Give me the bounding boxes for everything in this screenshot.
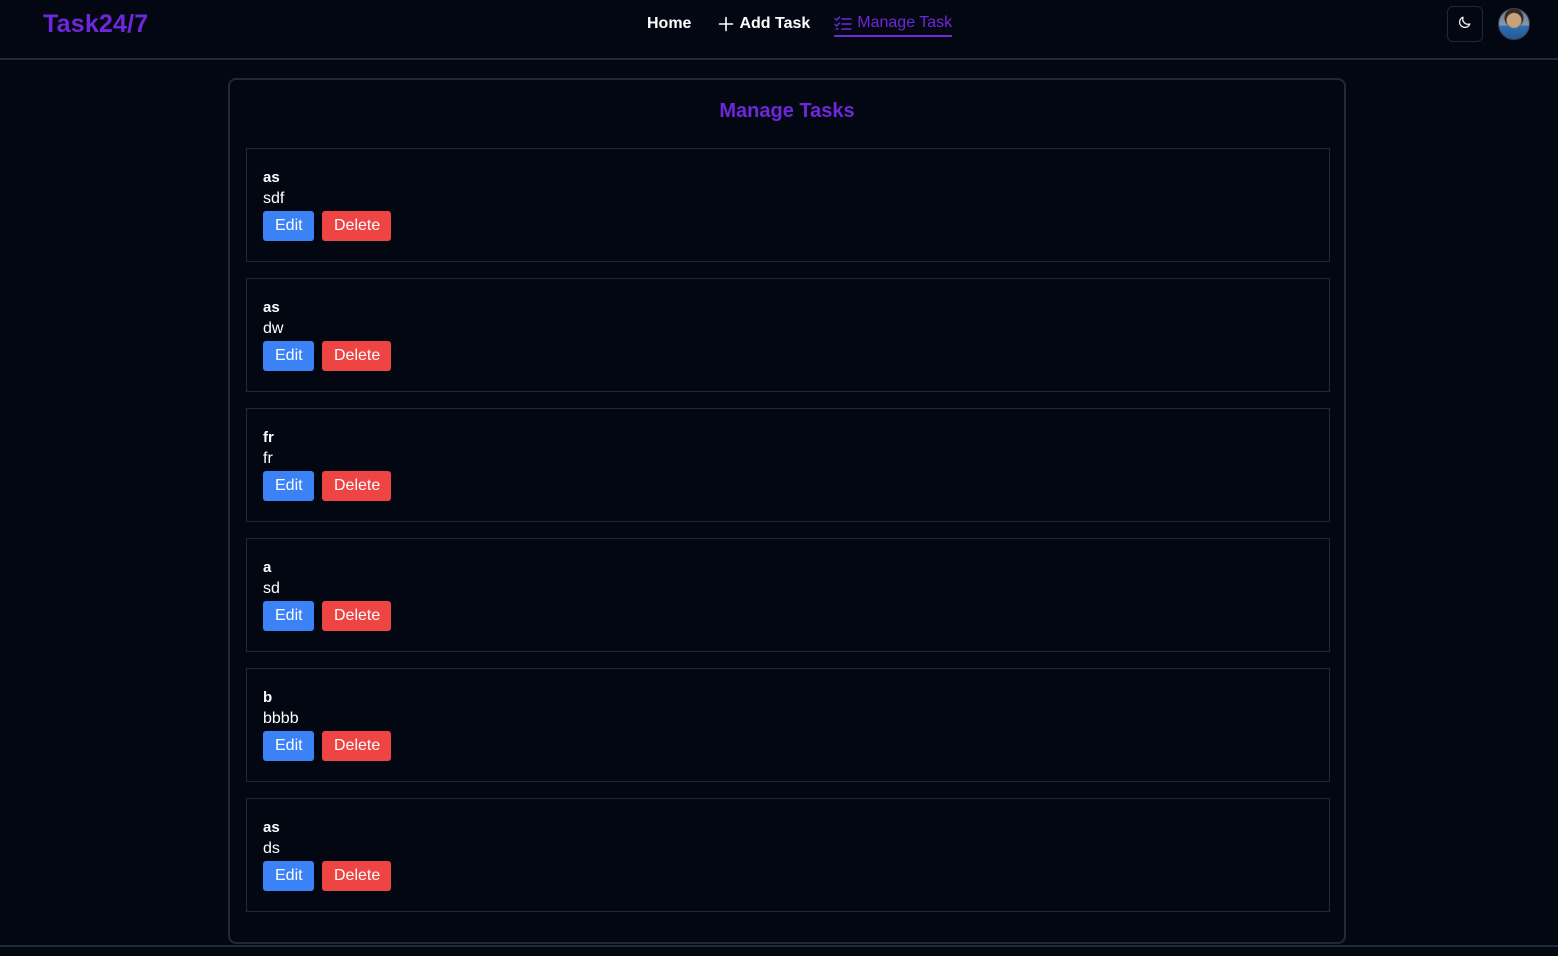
footer-divider	[0, 945, 1558, 947]
task-card: b bbbb Edit Delete	[246, 668, 1330, 782]
theme-toggle-button[interactable]	[1447, 6, 1483, 42]
task-title: as	[263, 819, 280, 836]
task-actions: Edit Delete	[263, 341, 1313, 371]
delete-button[interactable]: Delete	[322, 601, 391, 631]
edit-button[interactable]: Edit	[263, 731, 314, 761]
nav-add-task-link[interactable]: Add Task	[718, 15, 810, 36]
delete-button[interactable]: Delete	[322, 861, 391, 891]
task-description: bbbb	[263, 710, 299, 727]
brand-logo[interactable]: Task24/7	[43, 10, 148, 39]
edit-button[interactable]: Edit	[263, 601, 314, 631]
task-description: sdf	[263, 190, 285, 207]
task-actions: Edit Delete	[263, 471, 1313, 501]
task-card: as dw Edit Delete	[246, 278, 1330, 392]
moon-icon	[1458, 15, 1472, 34]
task-title: as	[263, 299, 280, 316]
task-card: as sdf Edit Delete	[246, 148, 1330, 262]
delete-button[interactable]: Delete	[322, 731, 391, 761]
nav-home-label: Home	[647, 14, 692, 32]
page-title: Manage Tasks	[719, 100, 855, 122]
task-actions: Edit Delete	[263, 731, 1313, 761]
delete-button[interactable]: Delete	[322, 211, 391, 241]
task-description: ds	[263, 840, 280, 857]
plus-icon	[718, 16, 734, 32]
delete-button[interactable]: Delete	[322, 341, 391, 371]
nav-home-link[interactable]: Home	[647, 15, 691, 36]
edit-button[interactable]: Edit	[263, 861, 314, 891]
task-card: a sd Edit Delete	[246, 538, 1330, 652]
task-description: fr	[263, 450, 273, 467]
task-description: sd	[263, 580, 280, 597]
nav-manage-task-link[interactable]: Manage Task	[834, 13, 953, 37]
edit-button[interactable]: Edit	[263, 211, 314, 241]
task-title: fr	[263, 429, 274, 446]
nav-add-task-label: Add Task	[739, 14, 811, 32]
user-avatar[interactable]	[1498, 8, 1530, 40]
task-title: a	[263, 559, 272, 576]
delete-button[interactable]: Delete	[322, 471, 391, 501]
task-list: as sdf Edit Delete as dw Edit Delete fr …	[246, 148, 1330, 928]
task-title: b	[263, 689, 273, 706]
task-card: fr fr Edit Delete	[246, 408, 1330, 522]
navbar: Task24/7 Home Add Task Manage Task	[0, 0, 1558, 60]
task-actions: Edit Delete	[263, 211, 1313, 241]
nav-manage-task-label: Manage Task	[857, 13, 953, 31]
manage-tasks-panel: Manage Tasks as sdf Edit Delete as dw Ed…	[228, 78, 1346, 944]
list-check-icon	[834, 15, 852, 31]
edit-button[interactable]: Edit	[263, 471, 314, 501]
task-actions: Edit Delete	[263, 601, 1313, 631]
edit-button[interactable]: Edit	[263, 341, 314, 371]
nav-links: Home Add Task Manage Task	[647, 12, 953, 38]
task-title: as	[263, 169, 280, 186]
task-card: as ds Edit Delete	[246, 798, 1330, 912]
task-description: dw	[263, 320, 284, 337]
task-actions: Edit Delete	[263, 861, 1313, 891]
